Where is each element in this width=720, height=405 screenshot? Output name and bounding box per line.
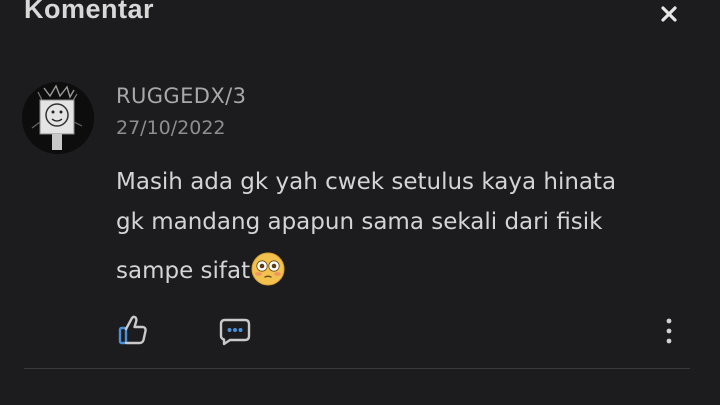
- thumbs-up-icon: [118, 315, 147, 345]
- panel-title: Komentar: [24, 0, 155, 24]
- like-button[interactable]: [112, 310, 154, 350]
- reply-button[interactable]: [214, 312, 256, 350]
- avatar-image: [22, 82, 94, 154]
- comment-line: gk mandang apapun sama sekali dari fisik: [116, 209, 603, 235]
- more-options-button[interactable]: [654, 312, 684, 350]
- flushed-face-emoji: [251, 252, 285, 286]
- chat-bubble-icon: [219, 318, 251, 346]
- divider: [24, 368, 690, 369]
- comment-username[interactable]: RUGGEDX/3: [116, 84, 246, 108]
- comment-header: Komentar: [0, 0, 720, 40]
- comment-line: sampe sifat: [116, 258, 251, 284]
- avatar[interactable]: [22, 82, 94, 154]
- close-button[interactable]: [652, 0, 686, 28]
- close-icon: [661, 6, 677, 22]
- comment-date: 27/10/2022: [116, 117, 226, 139]
- comment-panel: Komentar RUGGEDX/3 27/10/2022 Masih ada …: [0, 0, 720, 405]
- more-vertical-icon: [666, 318, 672, 344]
- comment-line-last: sampe sifat: [116, 251, 696, 291]
- comment-line: Masih ada gk yah cwek setulus kaya hinat…: [116, 169, 617, 195]
- comment-text: Masih ada gk yah cwek setulus kaya hinat…: [116, 162, 696, 291]
